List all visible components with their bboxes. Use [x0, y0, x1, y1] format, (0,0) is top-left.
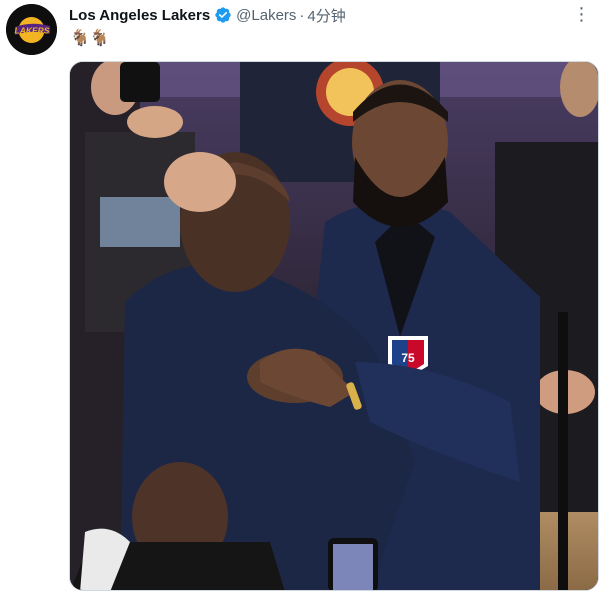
lakers-logo-icon: LAKERS — [6, 4, 57, 55]
author-handle[interactable]: @Lakers — [236, 7, 296, 24]
tweet-header: Los Angeles Lakers @Lakers · 4分钟 — [69, 5, 346, 25]
photo-hug-illustration: 75 — [70, 62, 598, 590]
tweet-text: 🐐🐐 — [70, 30, 110, 47]
verified-badge-icon — [214, 6, 232, 24]
tweet-timestamp[interactable]: 4分钟 — [307, 5, 345, 26]
header-separator: · — [299, 6, 305, 24]
nba75-logo-text: 75 — [401, 351, 415, 365]
more-options-icon[interactable]: ⋮ — [569, 4, 595, 24]
author-name[interactable]: Los Angeles Lakers — [69, 7, 210, 24]
tweet-photo[interactable]: 75 — [69, 61, 599, 591]
avatar-logo-text: LAKERS — [15, 26, 50, 36]
avatar[interactable]: LAKERS — [6, 4, 57, 55]
